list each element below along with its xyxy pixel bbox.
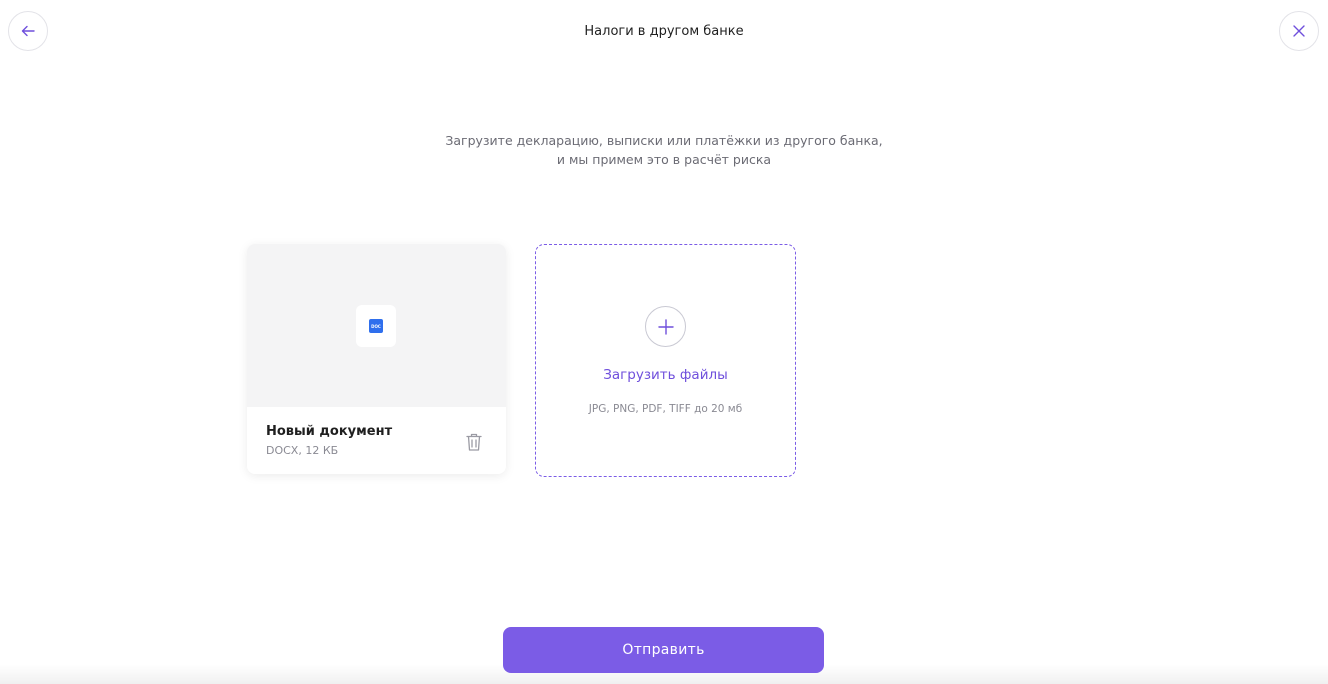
- intro-line-2: и мы примем это в расчёт риска: [556, 152, 772, 167]
- upload-plus-button[interactable]: [645, 306, 686, 347]
- page-title: Налоги в другом банке: [584, 24, 744, 39]
- close-button[interactable]: [1279, 11, 1319, 51]
- upload-files-link[interactable]: Загрузить файлы: [536, 366, 795, 384]
- file-preview: DOC: [247, 244, 506, 407]
- intro-line-1: Загрузите декларацию, выписки или платёж…: [445, 133, 883, 148]
- doc-file-icon: DOC: [369, 319, 383, 333]
- close-icon: [1293, 25, 1305, 37]
- plus-icon: [657, 318, 674, 335]
- upload-dropzone[interactable]: Загрузить файлы JPG, PNG, PDF, TIFF до 2…: [535, 244, 796, 477]
- file-type-tile: DOC: [356, 305, 396, 347]
- file-card[interactable]: DOC Новый документ DOCX, 12 КБ: [247, 244, 506, 474]
- submit-button[interactable]: Отправить: [503, 627, 824, 673]
- intro-text: Загрузите декларацию, выписки или платёж…: [0, 131, 1328, 169]
- trash-icon: [466, 433, 482, 451]
- file-name: Новый документ: [266, 424, 393, 439]
- page: Налоги в другом банке Загрузите декларац…: [0, 0, 1328, 684]
- file-meta: DOCX, 12 КБ: [266, 444, 339, 457]
- upload-hint: JPG, PNG, PDF, TIFF до 20 мб: [588, 403, 743, 415]
- delete-file-button[interactable]: [464, 431, 484, 453]
